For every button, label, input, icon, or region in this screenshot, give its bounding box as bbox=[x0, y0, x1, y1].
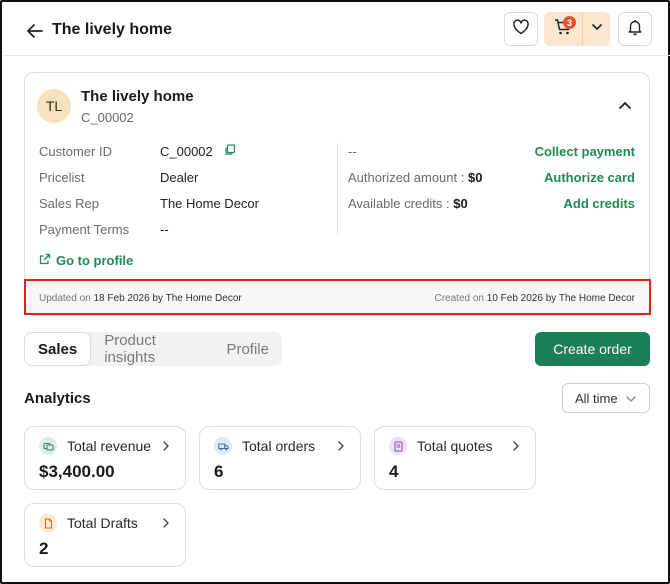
pricelist-value: Dealer bbox=[160, 170, 199, 185]
create-order-button[interactable]: Create order bbox=[535, 332, 650, 366]
collapse-button[interactable] bbox=[615, 95, 635, 115]
analytics-title: Analytics bbox=[24, 390, 91, 407]
cart-button-group: 3 bbox=[544, 12, 610, 46]
chevron-right-icon bbox=[511, 439, 521, 457]
truck-icon bbox=[214, 437, 232, 455]
stat-label: Total quotes bbox=[417, 438, 493, 454]
sales-rep-value: The Home Decor bbox=[160, 196, 259, 211]
draft-icon bbox=[39, 514, 57, 532]
stat-label: Total orders bbox=[242, 438, 316, 454]
authorized-amount: Authorized amount : $0 bbox=[348, 170, 482, 185]
cart-dropdown-toggle[interactable] bbox=[582, 12, 610, 46]
customer-id-value: C_00002 bbox=[160, 144, 213, 159]
available-credits: Available credits : $0 bbox=[348, 196, 468, 211]
highlight-box bbox=[24, 279, 651, 315]
avatar: TL bbox=[37, 89, 71, 123]
collect-payment-link[interactable]: Collect payment bbox=[535, 144, 635, 159]
pricelist-label: Pricelist bbox=[39, 170, 85, 185]
available-credits-label: Available credits : bbox=[348, 196, 454, 211]
stat-value: 2 bbox=[39, 539, 49, 558]
heart-icon bbox=[512, 18, 530, 41]
go-to-profile-link[interactable]: Go to profile bbox=[39, 253, 133, 268]
stat-card-total-drafts[interactable]: Total Drafts 2 bbox=[24, 503, 186, 567]
chevron-right-icon bbox=[161, 516, 171, 534]
stat-label: Total Drafts bbox=[67, 515, 138, 531]
page-title: The lively home bbox=[52, 21, 173, 38]
customer-name: The lively home bbox=[81, 88, 194, 105]
stat-card-total-quotes[interactable]: Total quotes 4 bbox=[374, 426, 536, 490]
bell-icon bbox=[626, 18, 644, 41]
stat-value: 4 bbox=[389, 462, 399, 481]
authorize-card-link[interactable]: Authorize card bbox=[544, 170, 635, 185]
time-range-value: All time bbox=[575, 390, 618, 406]
notifications-button[interactable] bbox=[618, 12, 652, 46]
customer-id-label: Customer ID bbox=[39, 144, 112, 159]
column-divider bbox=[337, 143, 338, 235]
cart-count-badge: 3 bbox=[563, 16, 576, 29]
tab-profile[interactable]: Profile bbox=[213, 332, 282, 366]
stat-card-total-orders[interactable]: Total orders 6 bbox=[199, 426, 361, 490]
tab-bar: Sales Product insights Profile bbox=[24, 332, 282, 366]
chevron-up-icon bbox=[615, 102, 635, 119]
add-credits-link[interactable]: Add credits bbox=[563, 196, 635, 211]
chevron-down-icon bbox=[625, 393, 637, 408]
quote-icon bbox=[389, 437, 407, 455]
revenue-icon bbox=[39, 437, 57, 455]
sales-rep-label: Sales Rep bbox=[39, 196, 99, 211]
tab-product-insights[interactable]: Product insights bbox=[91, 332, 213, 366]
stat-value: $3,400.00 bbox=[39, 462, 115, 481]
available-credits-value: $0 bbox=[453, 196, 468, 211]
back-arrow-icon[interactable] bbox=[24, 20, 46, 42]
payment-terms-value: -- bbox=[160, 222, 169, 237]
time-range-select[interactable]: All time bbox=[562, 383, 650, 413]
wishlist-button[interactable] bbox=[504, 12, 538, 46]
authorized-amount-label: Authorized amount : bbox=[348, 170, 468, 185]
tab-sales[interactable]: Sales bbox=[24, 332, 92, 366]
customer-code: C_00002 bbox=[81, 110, 134, 125]
balance-dash: -- bbox=[348, 144, 357, 159]
app-window: The lively home 3 TL The lively home C_0… bbox=[0, 0, 670, 584]
copy-icon[interactable] bbox=[224, 143, 236, 155]
stat-card-total-revenue[interactable]: Total revenue $3,400.00 bbox=[24, 426, 186, 490]
top-bar: The lively home 3 bbox=[4, 4, 670, 56]
go-to-profile-label: Go to profile bbox=[56, 253, 134, 268]
payment-terms-label: Payment Terms bbox=[39, 222, 130, 237]
chevron-down-icon bbox=[590, 20, 604, 39]
stat-value: 6 bbox=[214, 462, 224, 481]
stat-label: Total revenue bbox=[67, 438, 152, 454]
authorized-amount-value: $0 bbox=[467, 170, 483, 185]
chevron-right-icon bbox=[336, 439, 346, 457]
external-link-icon bbox=[39, 253, 51, 268]
cart-button[interactable]: 3 bbox=[544, 12, 582, 46]
chevron-right-icon bbox=[161, 439, 171, 457]
